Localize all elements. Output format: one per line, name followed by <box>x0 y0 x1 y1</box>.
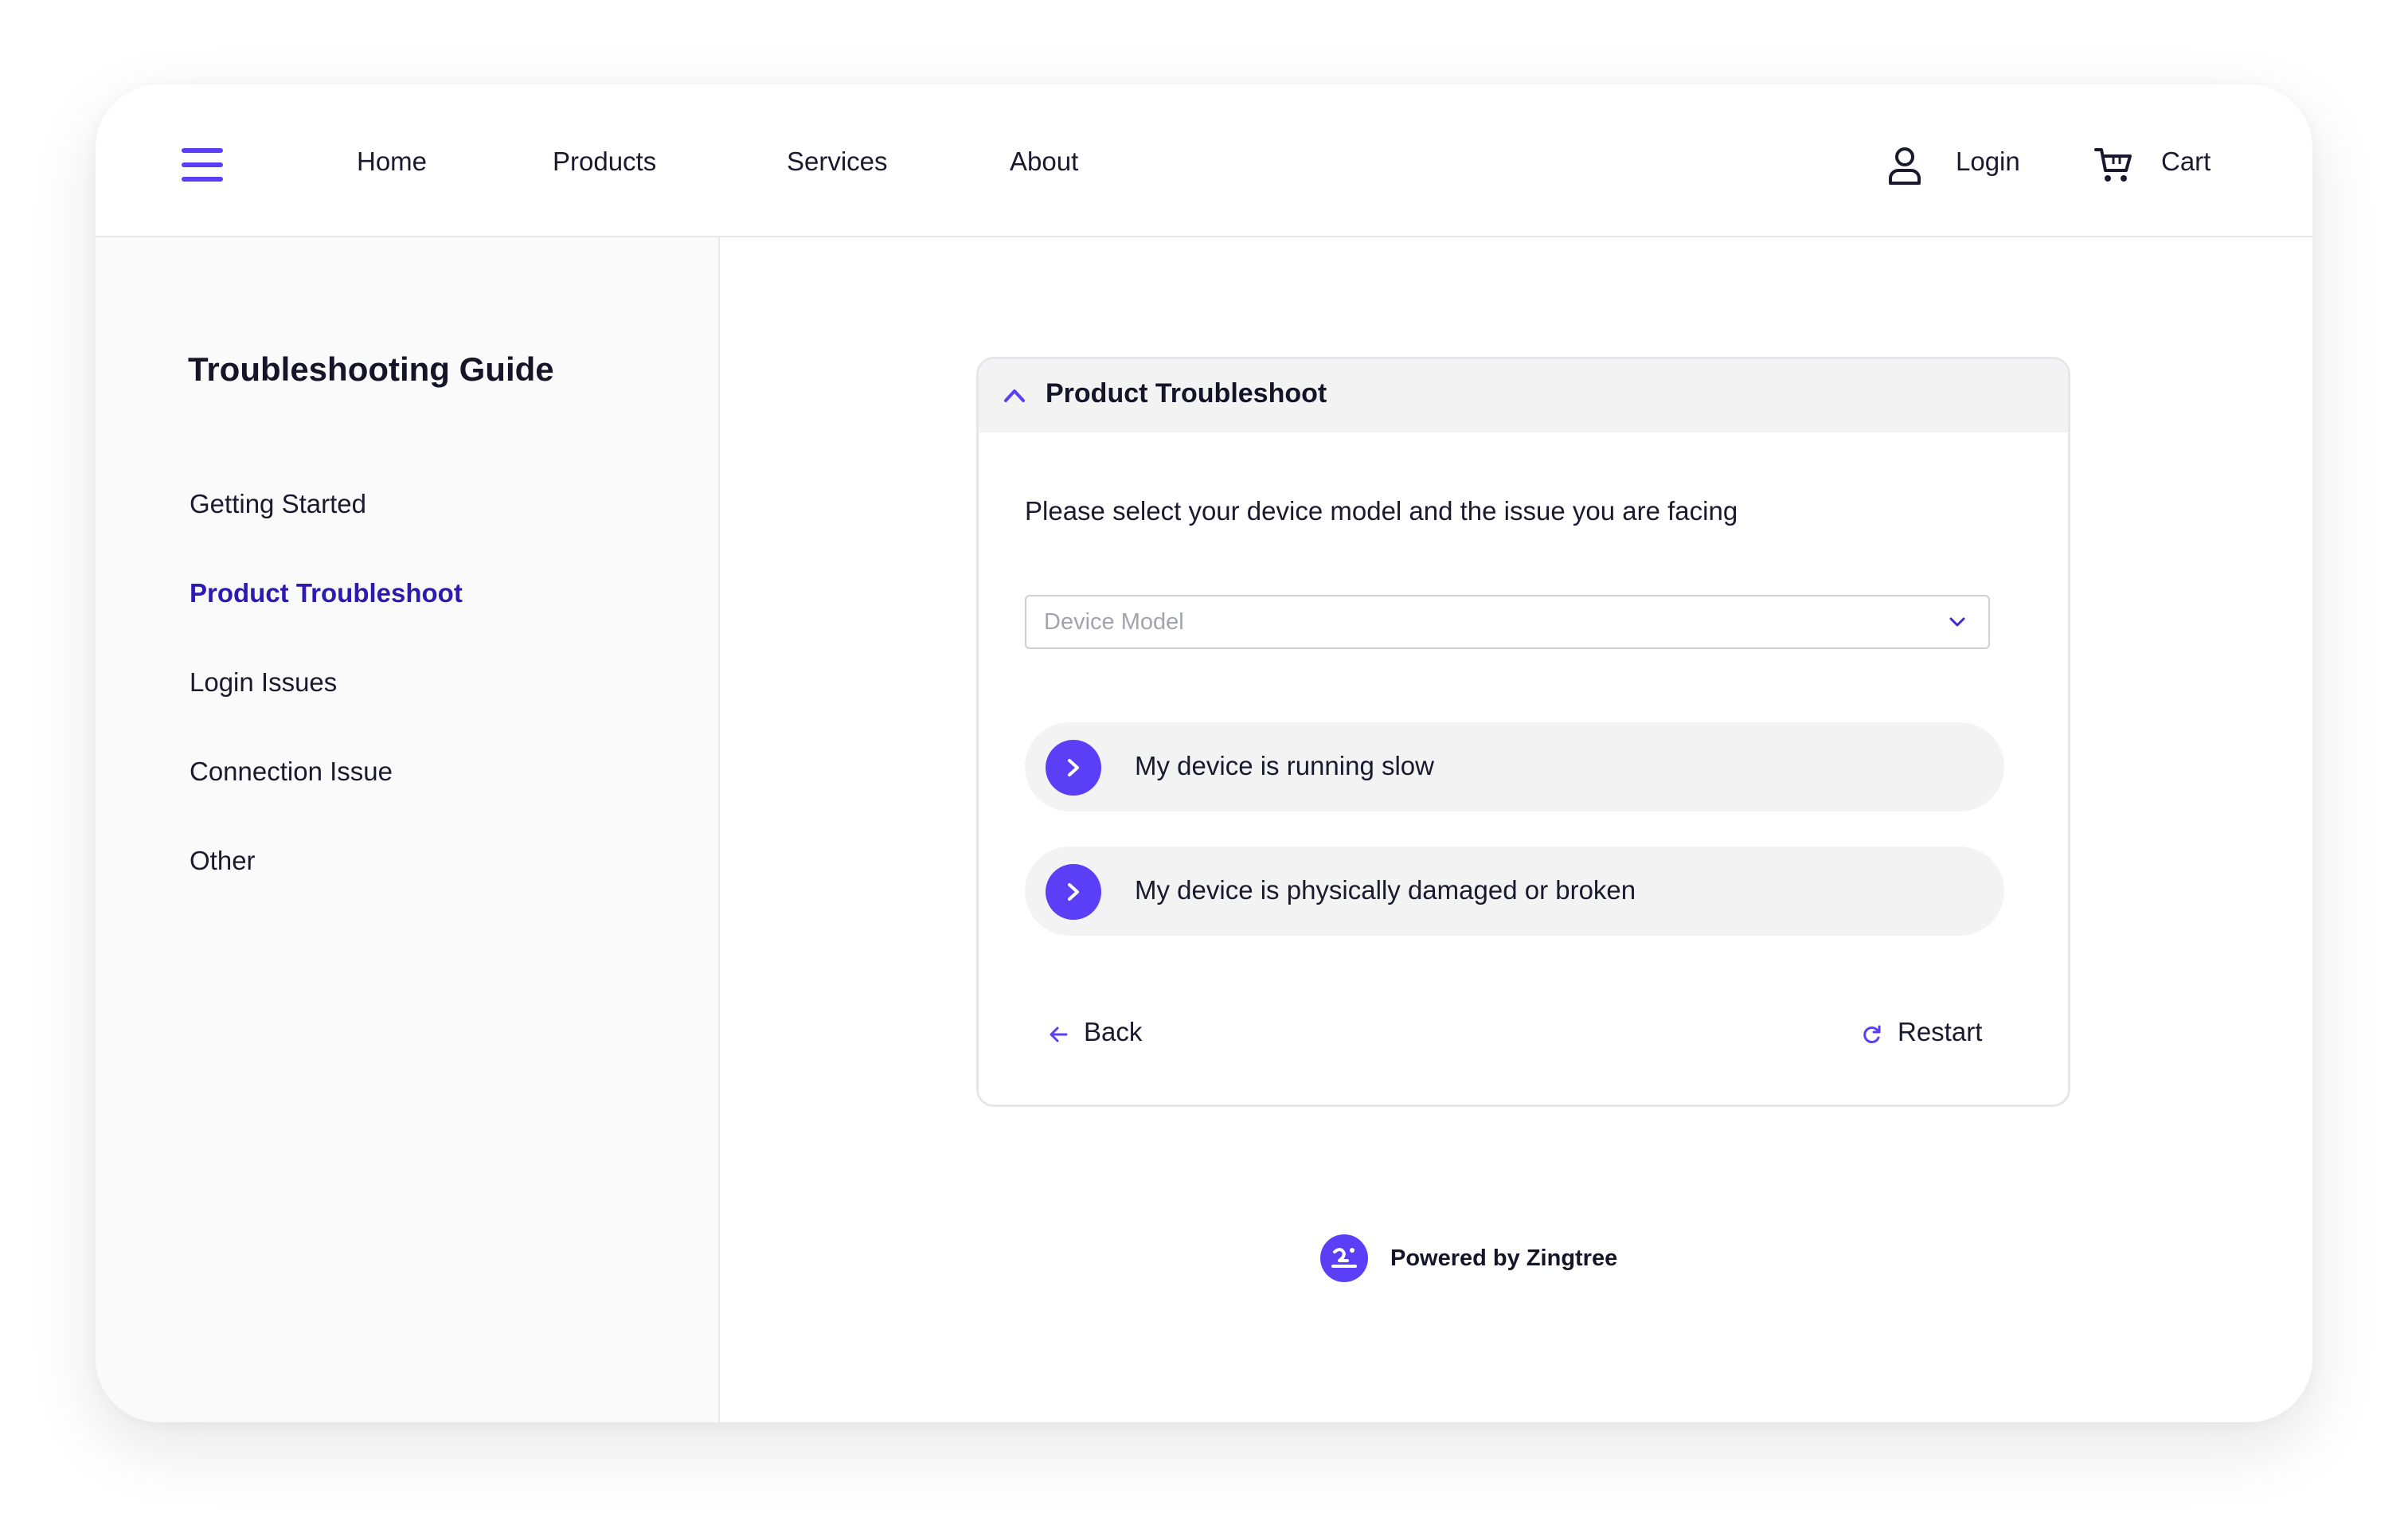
option-label: My device is physically damaged or broke… <box>1135 875 1636 905</box>
nav-home-link[interactable]: Home <box>357 147 427 177</box>
sidebar: Troubleshooting Guide Getting Started Pr… <box>96 237 720 1422</box>
zingtree-logo-icon <box>1320 1234 1368 1282</box>
card-header[interactable]: Product Troubleshoot <box>979 359 2068 432</box>
chevron-right-icon <box>1046 864 1101 920</box>
restart-label: Restart <box>1898 1017 1983 1046</box>
cart-icon[interactable] <box>2094 147 2132 183</box>
device-model-placeholder: Device Model <box>1044 609 1184 635</box>
sidebar-title: Troubleshooting Guide <box>188 350 554 388</box>
option-running-slow[interactable]: My device is running slow <box>1025 722 2004 811</box>
nav-products-link[interactable]: Products <box>553 147 656 177</box>
option-label: My device is running slow <box>1135 751 1434 780</box>
device-model-select[interactable]: Device Model <box>1025 595 1990 649</box>
login-link[interactable]: Login <box>1956 147 2020 177</box>
restart-icon <box>1863 1025 1881 1043</box>
sidebar-item-product-troubleshoot[interactable]: Product Troubleshoot <box>190 578 463 608</box>
chevron-right-icon <box>1046 740 1101 796</box>
chevron-down-icon <box>1949 617 1965 627</box>
troubleshoot-card: Product Troubleshoot Please select your … <box>976 357 2070 1107</box>
nav-about-link[interactable]: About <box>1010 147 1078 177</box>
nav-services-link[interactable]: Services <box>787 147 888 177</box>
back-label: Back <box>1084 1017 1143 1046</box>
option-physically-damaged[interactable]: My device is physically damaged or broke… <box>1025 847 2004 936</box>
top-navbar: Home Products Services About Login Cart <box>96 84 2312 237</box>
sidebar-item-connection-issue[interactable]: Connection Issue <box>190 757 393 787</box>
chevron-up-icon <box>1004 389 1025 402</box>
prompt-text: Please select your device model and the … <box>1025 496 1738 526</box>
card-title: Product Troubleshoot <box>1046 378 1327 409</box>
user-icon[interactable] <box>1887 147 1922 185</box>
sidebar-item-login-issues[interactable]: Login Issues <box>190 667 337 698</box>
app-window: Home Products Services About Login Cart … <box>96 84 2312 1422</box>
sidebar-item-other[interactable]: Other <box>190 846 256 876</box>
sidebar-item-getting-started[interactable]: Getting Started <box>190 489 366 519</box>
hamburger-menu-icon[interactable] <box>182 148 223 182</box>
arrow-left-icon <box>1050 1027 1068 1042</box>
powered-by-label: Powered by Zingtree <box>1390 1245 1618 1271</box>
cart-link[interactable]: Cart <box>2161 147 2211 177</box>
